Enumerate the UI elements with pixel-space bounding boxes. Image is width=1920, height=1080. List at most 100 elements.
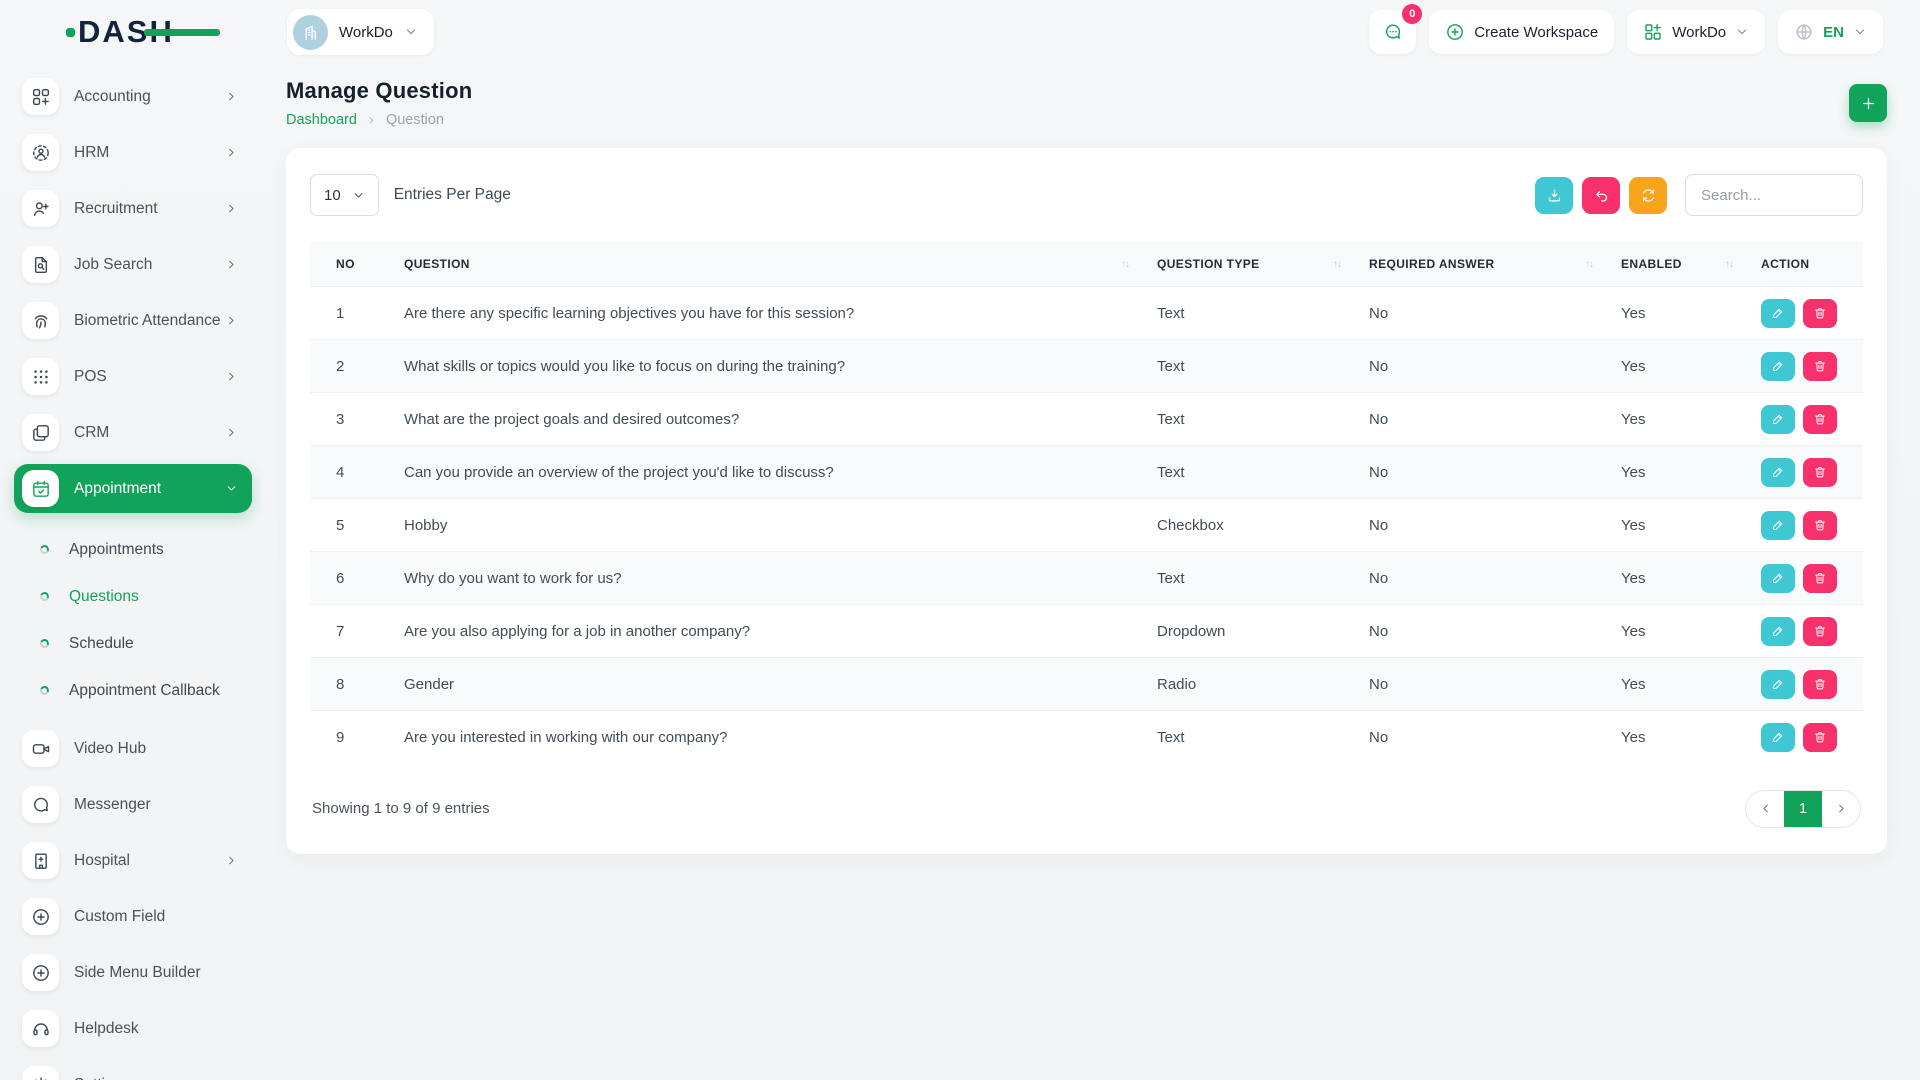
pagination-page-button[interactable]: 1 <box>1784 791 1822 827</box>
chevron-down-icon <box>225 482 238 495</box>
column-header-question[interactable]: QUESTION↑↓ <box>390 242 1143 287</box>
chevron-right-icon <box>225 146 238 159</box>
delete-button[interactable] <box>1803 458 1837 487</box>
entries-per-page-select[interactable]: 10 <box>310 174 379 216</box>
chevron-right-icon <box>225 202 238 215</box>
sidebar-item-hospital[interactable]: Hospital <box>14 836 252 885</box>
sidebar-item-label: HRM <box>74 143 225 162</box>
top-header: DASH WorkDo 0 Create Workspace WorkDo EN <box>0 0 1920 64</box>
sidebar-subitem-questions[interactable]: Questions <box>40 573 252 620</box>
column-header-question-type[interactable]: QUESTION TYPE↑↓ <box>1143 242 1355 287</box>
sidebar-item-helpdesk[interactable]: Helpdesk <box>14 1004 252 1053</box>
sidebar-item-custom-field[interactable]: Custom Field <box>14 892 252 941</box>
category-icon <box>22 78 59 115</box>
language-menu-button[interactable]: EN <box>1778 10 1883 54</box>
page-title: Manage Question <box>286 78 472 104</box>
delete-button[interactable] <box>1803 617 1837 646</box>
cell-no: 3 <box>310 393 390 446</box>
edit-button[interactable] <box>1761 617 1795 646</box>
cell-question-type: Text <box>1143 711 1355 764</box>
cell-question: Can you provide an overview of the proje… <box>390 446 1143 499</box>
edit-button[interactable] <box>1761 352 1795 381</box>
bullet-icon <box>39 685 51 697</box>
questions-table-body: 1Are there any specific learning objecti… <box>310 287 1863 764</box>
chat-dots-icon <box>1383 22 1403 42</box>
sidebar-item-appointment[interactable]: Appointment <box>14 464 252 513</box>
delete-button[interactable] <box>1803 405 1837 434</box>
sidebar-item-recruitment[interactable]: Recruitment <box>14 184 252 233</box>
column-header-enabled[interactable]: ENABLED↑↓ <box>1607 242 1747 287</box>
delete-button[interactable] <box>1803 670 1837 699</box>
export-button[interactable] <box>1535 177 1573 214</box>
sidebar-item-messenger[interactable]: Messenger <box>14 780 252 829</box>
edit-button[interactable] <box>1761 458 1795 487</box>
sidebar-subitem-appointments[interactable]: Appointments <box>40 526 252 573</box>
delete-button[interactable] <box>1803 352 1837 381</box>
delete-button[interactable] <box>1803 723 1837 752</box>
sidebar-item-settings[interactable]: Settings <box>14 1060 252 1080</box>
grid-dots-icon <box>22 358 59 395</box>
edit-button[interactable] <box>1761 511 1795 540</box>
table-row: 2What skills or topics would you like to… <box>310 340 1863 393</box>
column-header-no: NO <box>310 242 390 287</box>
refresh-button[interactable] <box>1629 177 1667 214</box>
create-workspace-label: Create Workspace <box>1474 24 1598 41</box>
pencil-icon <box>1771 359 1785 373</box>
sidebar-item-biometric-attendance[interactable]: Biometric Attendance <box>14 296 252 345</box>
messages-button[interactable]: 0 <box>1369 10 1416 54</box>
edit-button[interactable] <box>1761 670 1795 699</box>
cell-required-answer: No <box>1355 499 1607 552</box>
sidebar-item-hrm[interactable]: HRM <box>14 128 252 177</box>
pagination-next-button[interactable] <box>1822 791 1860 827</box>
sidebar-subitem-label: Schedule <box>69 635 134 653</box>
sidebar-item-job-search[interactable]: Job Search <box>14 240 252 289</box>
table-row: 7Are you also applying for a job in anot… <box>310 605 1863 658</box>
reset-button[interactable] <box>1582 177 1620 214</box>
sidebar-item-side-menu-builder[interactable]: Side Menu Builder <box>14 948 252 997</box>
dash-logo[interactable]: DASH <box>66 14 271 50</box>
trash-icon <box>1813 571 1827 585</box>
add-question-button[interactable] <box>1849 84 1887 122</box>
sidebar-item-pos[interactable]: POS <box>14 352 252 401</box>
sidebar-item-label: Messenger <box>74 795 238 814</box>
sidebar-item-label: Biometric Attendance <box>74 311 225 330</box>
edit-button[interactable] <box>1761 723 1795 752</box>
column-header-required-answer[interactable]: REQUIRED ANSWER↑↓ <box>1355 242 1607 287</box>
workspace-switcher[interactable]: WorkDo <box>287 9 434 55</box>
edit-button[interactable] <box>1761 564 1795 593</box>
trash-icon <box>1813 306 1827 320</box>
cell-question: Are you also applying for a job in anoth… <box>390 605 1143 658</box>
circle-plus-icon <box>1445 22 1465 42</box>
topbar-actions: 0 Create Workspace WorkDo EN <box>1369 10 1883 54</box>
sidebar-subitem-schedule[interactable]: Schedule <box>40 620 252 667</box>
sidebar-item-video-hub[interactable]: Video Hub <box>14 724 252 773</box>
edit-button[interactable] <box>1761 405 1795 434</box>
overlap-squares-icon <box>22 414 59 451</box>
create-workspace-button[interactable]: Create Workspace <box>1429 10 1614 54</box>
download-icon <box>1546 187 1563 204</box>
chat-bubble-icon <box>22 786 59 823</box>
pencil-icon <box>1771 412 1785 426</box>
cell-question: Why do you want to work for us? <box>390 552 1143 605</box>
cell-required-answer: No <box>1355 605 1607 658</box>
search-input[interactable] <box>1685 174 1863 216</box>
cell-question: Are you interested in working with our c… <box>390 711 1143 764</box>
logo-dash-bar <box>144 29 220 36</box>
delete-button[interactable] <box>1803 564 1837 593</box>
pagination-prev-button[interactable] <box>1746 791 1784 827</box>
delete-button[interactable] <box>1803 511 1837 540</box>
edit-button[interactable] <box>1761 299 1795 328</box>
company-menu-button[interactable]: WorkDo <box>1627 10 1765 54</box>
pencil-icon <box>1771 306 1785 320</box>
chevron-down-icon <box>404 25 418 39</box>
sidebar-nav: Accounting HRM Recruitment Job Search Biomet… <box>0 64 262 1080</box>
grid-plus-icon <box>1643 22 1663 42</box>
breadcrumb-dashboard-link[interactable]: Dashboard <box>286 112 357 128</box>
delete-button[interactable] <box>1803 299 1837 328</box>
sidebar-subitem-appointment-callback[interactable]: Appointment Callback <box>40 667 252 714</box>
chevron-right-icon <box>225 258 238 271</box>
sidebar-subitem-label: Appointments <box>69 541 164 559</box>
sidebar-item-crm[interactable]: CRM <box>14 408 252 457</box>
sidebar-item-accounting[interactable]: Accounting <box>14 72 252 121</box>
undo-icon <box>1593 187 1610 204</box>
